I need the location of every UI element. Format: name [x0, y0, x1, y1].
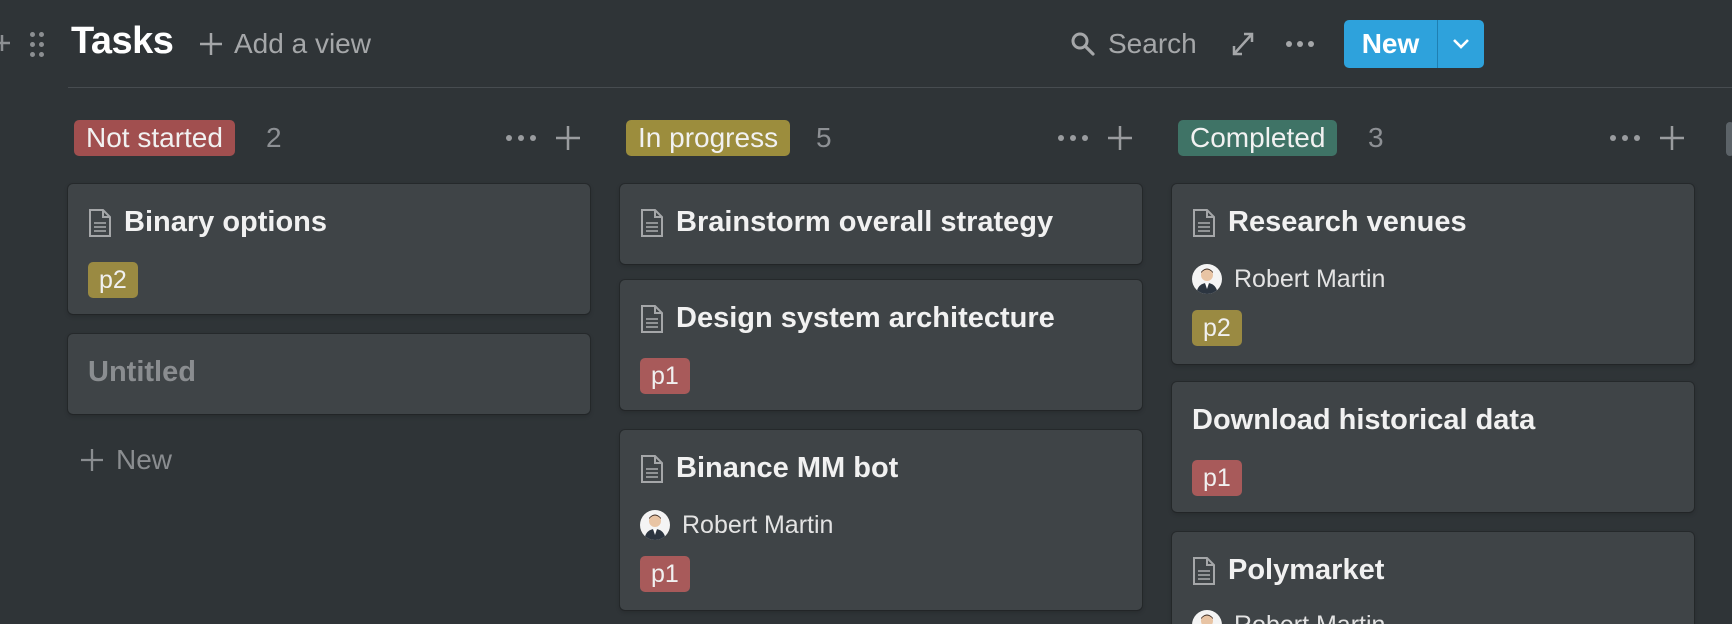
card-title: Research venues [1192, 206, 1467, 239]
card-title-text: Binance MM bot [676, 452, 899, 484]
new-button[interactable]: New [1344, 20, 1437, 68]
card-title: Binance MM bot [640, 452, 898, 485]
more-options-icon[interactable] [504, 126, 538, 150]
card-title: Design system architecture [640, 302, 1055, 335]
page-title: Tasks [71, 20, 174, 62]
new-dropdown-button[interactable] [1438, 20, 1484, 68]
assignee-name: Robert Martin [1234, 611, 1385, 624]
assignee-name: Robert Martin [682, 510, 834, 539]
more-options-icon[interactable] [1608, 126, 1642, 150]
add-new-label: New [116, 444, 173, 475]
board-card[interactable]: Polymarket Robert Martin [1172, 532, 1694, 624]
column-header: Not started 2 [68, 118, 590, 158]
column-count: 3 [1368, 122, 1384, 153]
header-divider [68, 87, 1732, 88]
card-title: Download historical data [1192, 404, 1535, 437]
page-icon [89, 208, 111, 237]
card-title: Brainstorm overall strategy [640, 206, 1053, 239]
assignee-name: Robert Martin [1234, 264, 1386, 293]
avatar [640, 510, 670, 540]
board-card[interactable]: Brainstorm overall strategy [620, 184, 1142, 264]
status-badge[interactable]: Not started [74, 120, 235, 156]
plus-icon [81, 449, 103, 471]
priority-tag: p1 [640, 358, 690, 394]
column-count: 2 [266, 122, 282, 153]
card-title: Polymarket [1192, 554, 1384, 587]
add-card-icon[interactable] [1106, 124, 1134, 152]
expand-icon[interactable] [1230, 30, 1256, 58]
priority-tag: p1 [1192, 460, 1242, 496]
search-button[interactable]: Search [1070, 26, 1197, 62]
more-options-icon[interactable] [1056, 126, 1090, 150]
page-icon [1193, 556, 1215, 585]
search-label: Search [1108, 28, 1197, 59]
add-new-card-button[interactable]: New [80, 444, 172, 476]
card-title: Untitled [88, 356, 196, 389]
card-title-text: Untitled [88, 356, 196, 388]
card-title-text: Design system architecture [676, 302, 1055, 334]
card-title-text: Brainstorm overall strategy [676, 206, 1054, 238]
priority-tag: p2 [1192, 310, 1242, 346]
add-view-label: Add a view [234, 28, 371, 59]
top-bar: Tasks Add a view Search New [0, 0, 1732, 88]
priority-tag: p2 [88, 262, 138, 298]
drag-handle-icon[interactable] [28, 30, 46, 60]
avatar [1192, 264, 1222, 294]
status-badge[interactable]: Completed [1178, 120, 1338, 156]
board-column-not-started: Not started 2 Binary options p2 Untitled [68, 118, 590, 478]
card-assignee: Robert Martin [1192, 610, 1385, 624]
card-title-text: Research venues [1228, 206, 1467, 238]
page-icon [1193, 208, 1215, 237]
avatar [1192, 610, 1222, 624]
card-title-text: Download historical data [1192, 404, 1536, 436]
add-card-icon[interactable] [1658, 124, 1686, 152]
new-button-group: New [1344, 20, 1484, 68]
board-card[interactable]: Design system architecture p1 [620, 280, 1142, 410]
board-card[interactable]: Binance MM bot Robert Martin p1 [620, 430, 1142, 610]
board-card[interactable]: Untitled [68, 334, 590, 414]
card-assignee: Robert Martin [1192, 264, 1385, 294]
add-view-button[interactable]: Add a view [198, 26, 371, 62]
status-badge[interactable]: In progress [626, 120, 791, 156]
card-assignee: Robert Martin [640, 510, 833, 540]
card-title-text: Polymarket [1228, 554, 1385, 586]
board-column-in-progress: In progress 5 Brainstorm overall strateg… [620, 118, 1142, 624]
column-header: Completed 3 [1172, 118, 1694, 158]
board-card[interactable]: Research venues Robert Martin p2 [1172, 184, 1694, 364]
page-icon [641, 454, 663, 483]
board-card[interactable]: Binary options p2 [68, 184, 590, 314]
board-card[interactable]: Download historical data p1 [1172, 382, 1694, 512]
search-icon [1071, 32, 1095, 56]
page-icon [641, 304, 663, 333]
more-options-icon[interactable] [1284, 30, 1316, 58]
card-title-text: Binary options [124, 206, 328, 238]
plus-icon [200, 33, 222, 55]
plus-icon[interactable] [0, 28, 16, 58]
add-card-icon[interactable] [554, 124, 582, 152]
chevron-down-icon [1453, 39, 1469, 49]
column-header: In progress 5 [620, 118, 1142, 158]
board-column-completed: Completed 3 Research venues Robert Marti… [1172, 118, 1694, 624]
next-column-peek [1726, 122, 1732, 156]
card-title: Binary options [88, 206, 327, 239]
priority-tag: p1 [640, 556, 690, 592]
page-icon [641, 208, 663, 237]
column-count: 5 [816, 122, 832, 153]
